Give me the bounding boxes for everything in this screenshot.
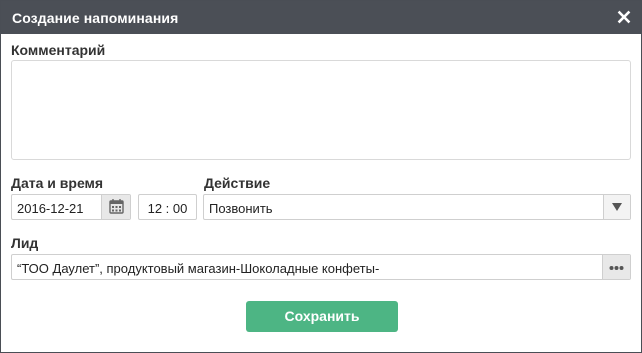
date-value: 2016-12-21 [17,201,84,216]
calendar-button[interactable] [101,195,130,219]
time-value: 12 : 00 [147,201,188,216]
dialog-titlebar: Создание напоминания [1,1,641,34]
lead-input[interactable]: “ТОО Даулет”, продуктовый магазин-Шокола… [11,254,631,280]
date-input[interactable]: 2016-12-21 [11,194,131,220]
calendar-icon [109,199,124,214]
comment-label: Комментарий [11,42,106,58]
lead-label: Лид [11,235,39,251]
lead-value: “ТОО Даулет”, продуктовый магазин-Шокола… [17,261,380,276]
dialog-title: Создание напоминания [12,10,179,26]
time-input[interactable]: 12 : 00 [138,194,197,220]
triangle-down-icon [612,203,622,211]
close-icon [617,10,631,24]
reminder-dialog: Создание напоминания Комментарий Дата и … [0,0,642,353]
lead-picker-button[interactable] [602,255,630,279]
datetime-label: Дата и время [11,175,104,191]
close-button[interactable] [615,8,633,26]
comment-textarea[interactable] [11,60,631,160]
action-label: Действие [204,175,271,191]
save-button[interactable]: Сохранить [246,301,398,332]
action-select[interactable]: Позвонить [203,194,631,220]
ellipsis-icon [609,266,624,270]
action-selected-value: Позвонить [209,201,273,216]
action-select-toggle[interactable] [603,195,630,219]
